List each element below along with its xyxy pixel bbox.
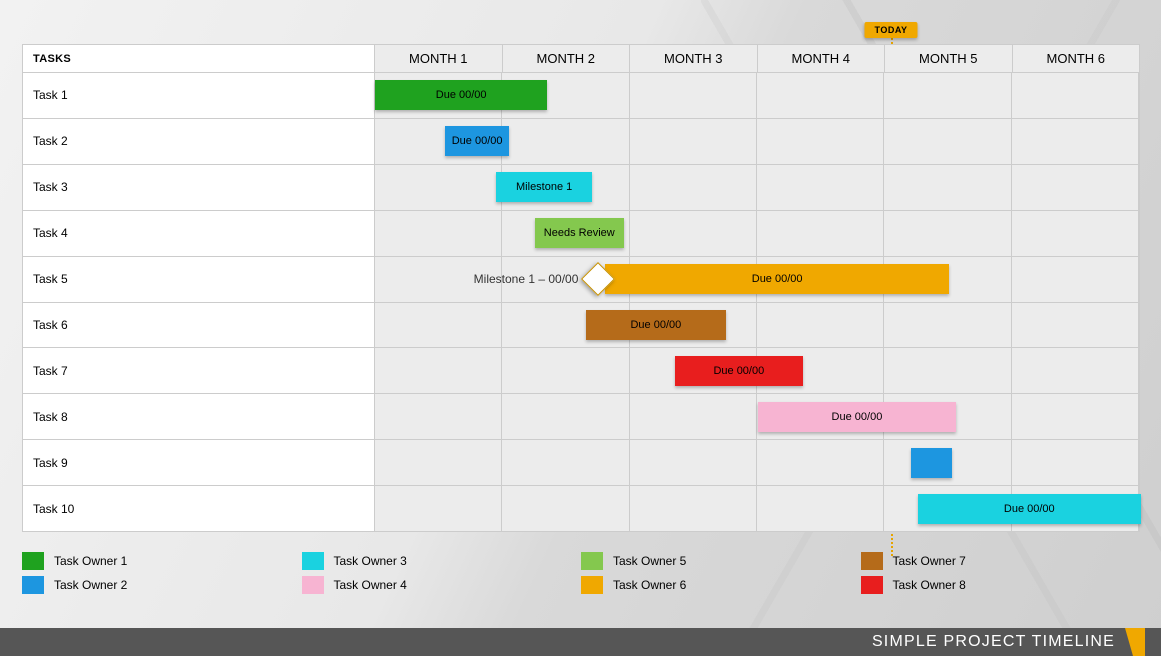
bar-area: Due 00/00 bbox=[375, 73, 1139, 118]
slide: TODAY TASKS MONTH 1MONTH 2MONTH 3MONTH 4… bbox=[22, 22, 1140, 632]
legend-label: Task Owner 2 bbox=[54, 578, 127, 592]
month-header: MONTH 1 bbox=[375, 45, 503, 72]
gantt-grid: TASKS MONTH 1MONTH 2MONTH 3MONTH 4MONTH … bbox=[22, 44, 1140, 532]
gantt-bar: Due 00/00 bbox=[758, 402, 956, 432]
gantt-bar: Due 00/00 bbox=[918, 494, 1141, 524]
bar-area: Due 00/00 Milestone 1 – 00/00 bbox=[375, 257, 1139, 302]
legend-item: Task Owner 5 bbox=[581, 552, 861, 570]
task-label: Task 7 bbox=[23, 348, 375, 393]
month-header: MONTH 5 bbox=[885, 45, 1013, 72]
gantt-bar: Due 00/00 bbox=[445, 126, 509, 156]
task-row: Task 5 Due 00/00 Milestone 1 – 00/00 bbox=[23, 257, 1139, 303]
rows: Task 1 Due 00/00 Task 2 Due 00/00 Task 3 Mile… bbox=[23, 73, 1139, 531]
bar-label: Due 00/00 bbox=[832, 411, 883, 423]
gantt-bar: Due 00/00 bbox=[586, 310, 726, 340]
bar-label: Milestone 1 bbox=[516, 181, 572, 193]
bar-label: Due 00/00 bbox=[436, 89, 487, 101]
legend-item: Task Owner 7 bbox=[861, 552, 1141, 570]
legend-swatch-icon bbox=[861, 576, 883, 594]
bar-label: Needs Review bbox=[544, 227, 615, 239]
task-label: Task 1 bbox=[23, 73, 375, 118]
month-header: MONTH 3 bbox=[630, 45, 758, 72]
legend-label: Task Owner 4 bbox=[334, 578, 407, 592]
task-row: Task 3 Milestone 1 bbox=[23, 165, 1139, 211]
task-label: Task 10 bbox=[23, 486, 375, 531]
task-label: Task 8 bbox=[23, 394, 375, 439]
bar-label: Due 00/00 bbox=[752, 273, 803, 285]
task-row: Task 4 Needs Review bbox=[23, 211, 1139, 257]
month-header: MONTH 4 bbox=[758, 45, 886, 72]
tasks-header: TASKS bbox=[23, 45, 375, 72]
task-row: Task 6 Due 00/00 bbox=[23, 303, 1139, 349]
legend-label: Task Owner 6 bbox=[613, 578, 686, 592]
legend-label: Task Owner 1 bbox=[54, 554, 127, 568]
bar-area bbox=[375, 440, 1139, 485]
bar-label: Due 00/00 bbox=[713, 365, 764, 377]
today-label: TODAY bbox=[865, 22, 918, 38]
legend-item: Task Owner 2 bbox=[22, 576, 302, 594]
bar-area: Due 00/00 bbox=[375, 348, 1139, 393]
gantt-bar: Due 00/00 bbox=[375, 80, 547, 110]
task-row: Task 7 Due 00/00 bbox=[23, 348, 1139, 394]
title-bar: SIMPLE PROJECT TIMELINE bbox=[0, 628, 1161, 656]
legend: Task Owner 1 Task Owner 3 Task Owner 5 Task… bbox=[22, 552, 1140, 594]
legend-item: Task Owner 1 bbox=[22, 552, 302, 570]
legend-swatch-icon bbox=[581, 576, 603, 594]
title-chevron-icon bbox=[1125, 628, 1145, 656]
bar-area: Needs Review bbox=[375, 211, 1139, 256]
legend-swatch-icon bbox=[22, 552, 44, 570]
bar-area: Milestone 1 bbox=[375, 165, 1139, 210]
legend-item: Task Owner 3 bbox=[302, 552, 582, 570]
bar-area: Due 00/00 bbox=[375, 119, 1139, 164]
legend-swatch-icon bbox=[22, 576, 44, 594]
task-label: Task 3 bbox=[23, 165, 375, 210]
task-row: Task 8 Due 00/00 bbox=[23, 394, 1139, 440]
bar-area: Due 00/00 bbox=[375, 394, 1139, 439]
task-label: Task 4 bbox=[23, 211, 375, 256]
gantt-bar: Needs Review bbox=[535, 218, 624, 248]
legend-label: Task Owner 8 bbox=[893, 578, 966, 592]
legend-swatch-icon bbox=[302, 552, 324, 570]
bar-area: Due 00/00 bbox=[375, 303, 1139, 348]
task-label: Task 9 bbox=[23, 440, 375, 485]
legend-item: Task Owner 6 bbox=[581, 576, 861, 594]
bar-label: Due 00/00 bbox=[452, 135, 503, 147]
legend-swatch-icon bbox=[302, 576, 324, 594]
bar-area: Due 00/00 bbox=[375, 486, 1139, 531]
task-row: Task 1 Due 00/00 bbox=[23, 73, 1139, 119]
bar-label: Due 00/00 bbox=[1004, 503, 1055, 515]
legend-item: Task Owner 8 bbox=[861, 576, 1141, 594]
month-header: MONTH 2 bbox=[503, 45, 631, 72]
legend-label: Task Owner 5 bbox=[613, 554, 686, 568]
header-row: TASKS MONTH 1MONTH 2MONTH 3MONTH 4MONTH … bbox=[23, 45, 1139, 73]
gantt-bar: Milestone 1 bbox=[496, 172, 592, 202]
slide-title: SIMPLE PROJECT TIMELINE bbox=[872, 633, 1115, 651]
task-label: Task 6 bbox=[23, 303, 375, 348]
legend-item: Task Owner 4 bbox=[302, 576, 582, 594]
gantt-bar: Due 00/00 bbox=[675, 356, 803, 386]
legend-swatch-icon bbox=[581, 552, 603, 570]
gantt-bar bbox=[911, 448, 952, 478]
task-label: Task 2 bbox=[23, 119, 375, 164]
bar-label: Due 00/00 bbox=[630, 319, 681, 331]
legend-swatch-icon bbox=[861, 552, 883, 570]
task-row: Task 9 bbox=[23, 440, 1139, 486]
month-header: MONTH 6 bbox=[1013, 45, 1140, 72]
task-row: Task 10 Due 00/00 bbox=[23, 486, 1139, 531]
legend-label: Task Owner 7 bbox=[893, 554, 966, 568]
legend-label: Task Owner 3 bbox=[334, 554, 407, 568]
task-row: Task 2 Due 00/00 bbox=[23, 119, 1139, 165]
gantt-bar: Due 00/00 bbox=[605, 264, 950, 294]
task-label: Task 5 bbox=[23, 257, 375, 302]
milestone-annotation: Milestone 1 – 00/00 bbox=[474, 272, 579, 286]
